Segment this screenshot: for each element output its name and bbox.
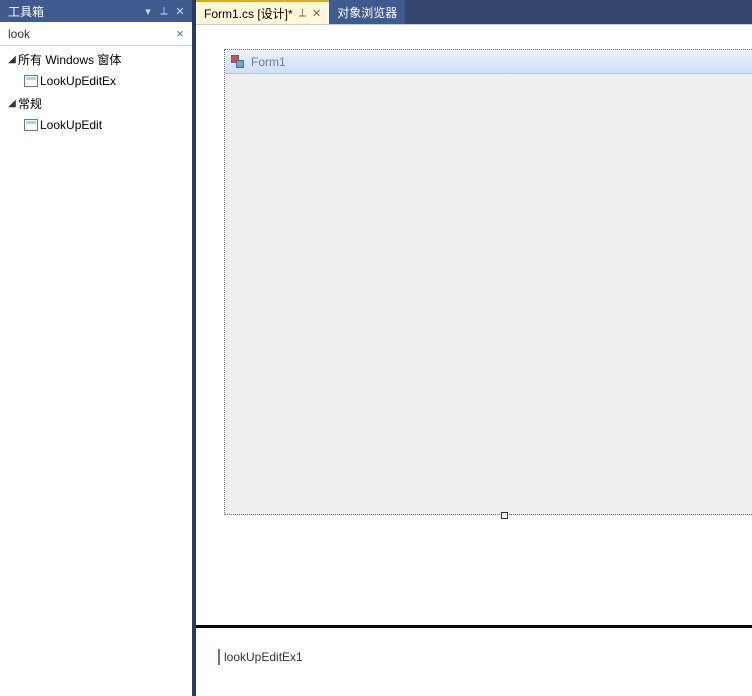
document-tabstrip: Form1.cs [设计]* ✕ 对象浏览器 xyxy=(196,0,752,24)
tab-object-browser[interactable]: 对象浏览器 xyxy=(329,0,405,24)
toolbox-item-lookupeditex[interactable]: LookUpEditEx xyxy=(0,70,192,92)
tray-item-lookupeditex1[interactable]: lookUpEditEx1 xyxy=(218,650,303,664)
main-area: Form1.cs [设计]* ✕ 对象浏览器 Form1 lookUpEditE… xyxy=(196,0,752,696)
form-titlebar: Form1 xyxy=(225,50,752,74)
toolbox-group-label: 所有 Windows 窗体 xyxy=(18,51,121,68)
toolbox-title: 工具箱 xyxy=(8,3,140,20)
toolbox-search-row: × xyxy=(0,22,192,46)
tray-item-label: lookUpEditEx1 xyxy=(224,650,303,664)
dropdown-icon[interactable]: ▾ xyxy=(140,3,156,19)
toolbox-group-label: 常规 xyxy=(18,95,42,112)
resize-handle-south[interactable] xyxy=(501,512,508,519)
toolbox-item-lookupedit[interactable]: LookUpEdit xyxy=(0,114,192,136)
toolbox-group-all-windows-forms[interactable]: ◢ 所有 Windows 窗体 xyxy=(0,48,192,70)
winform-icon xyxy=(231,55,245,69)
form-design-canvas[interactable]: Form1 xyxy=(224,49,752,515)
close-icon[interactable]: ✕ xyxy=(172,3,188,19)
pin-icon[interactable] xyxy=(299,7,306,20)
chevron-down-icon: ◢ xyxy=(6,98,18,109)
tab-label: 对象浏览器 xyxy=(337,4,397,21)
toolbox-tree: ◢ 所有 Windows 窗体 LookUpEditEx ◢ 常规 LookUp… xyxy=(0,46,192,696)
clear-search-icon[interactable]: × xyxy=(172,26,188,42)
toolbox-item-label: LookUpEditEx xyxy=(40,74,116,88)
close-tab-icon[interactable]: ✕ xyxy=(312,7,321,20)
pin-icon[interactable] xyxy=(156,3,172,19)
form-title: Form1 xyxy=(251,55,286,69)
toolbox-search-input[interactable] xyxy=(8,27,172,41)
chevron-down-icon: ◢ xyxy=(6,54,18,65)
toolbox-group-general[interactable]: ◢ 常规 xyxy=(0,92,192,114)
designer-surface[interactable]: Form1 lookUpEditEx1 xyxy=(196,24,752,696)
component-tray: lookUpEditEx1 xyxy=(196,628,752,696)
toolbox-header: 工具箱 ▾ ✕ xyxy=(0,0,192,22)
component-icon xyxy=(218,650,220,664)
component-icon xyxy=(22,119,40,131)
component-icon xyxy=(22,75,40,87)
tab-form-designer[interactable]: Form1.cs [设计]* ✕ xyxy=(196,0,329,24)
toolbox-item-label: LookUpEdit xyxy=(40,118,102,132)
tab-label: Form1.cs [设计]* xyxy=(204,5,293,22)
toolbox-panel: 工具箱 ▾ ✕ × ◢ 所有 Windows 窗体 LookUpEditEx ◢… xyxy=(0,0,196,696)
